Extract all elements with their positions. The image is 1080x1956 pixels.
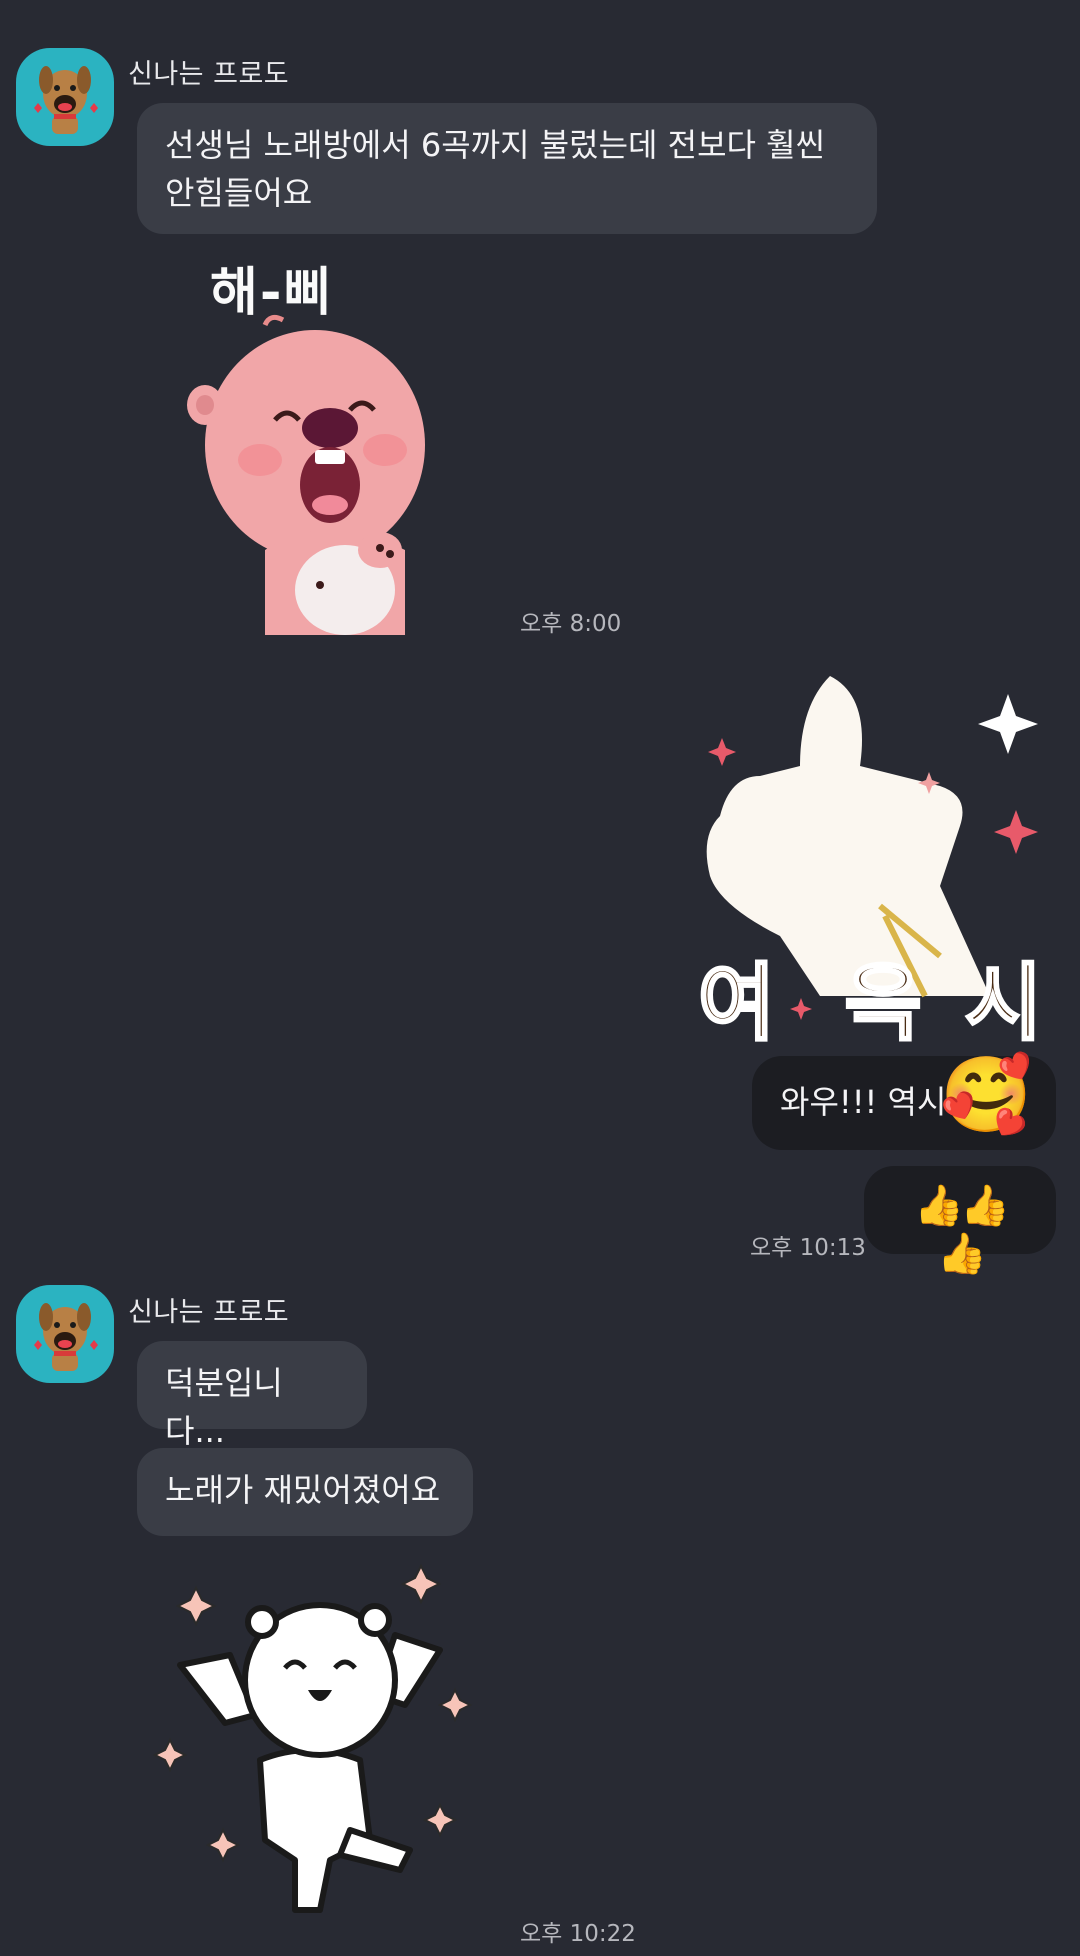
message-bubble[interactable]: 👍👍👍: [864, 1166, 1056, 1277]
sticker-caption: 시: [963, 953, 1043, 1054]
beaver-icon: [187, 314, 425, 635]
sender-name: 신나는 프로도: [128, 59, 290, 90]
message-bubble[interactable]: 노래가 재밌어졌어요: [137, 1448, 473, 1536]
sticker-dancing-character[interactable]: [150, 1560, 490, 1930]
dancing-character-icon: [152, 1563, 473, 1913]
message-bubble[interactable]: 덕분입니다...: [137, 1341, 367, 1450]
message-timestamp: 오후 8:00: [520, 611, 622, 637]
message-timestamp: 오후 10:13: [750, 1235, 866, 1261]
sender-avatar[interactable]: [16, 48, 114, 146]
message-text: 와우!!! 역시: [780, 1083, 947, 1121]
message-text-line: 선생님 노래방에서 6곡까지 불렀는데 전보다 훨씬: [165, 126, 826, 164]
dog-character-icon: [34, 66, 98, 134]
message-timestamp: 오후 10:22: [520, 1921, 636, 1947]
smiling-hearts-emoji-icon: 🥰: [940, 1052, 1033, 1138]
sender-name: 신나는 프로도: [128, 1297, 290, 1328]
sticker-happy-beaver[interactable]: 해-삐: [180, 250, 480, 635]
message-text-line: 안힘들어요: [165, 174, 313, 212]
message-text: 덕분입니다...: [165, 1364, 283, 1450]
sender-avatar[interactable]: [16, 1285, 114, 1383]
sticker-caption: 여 윽: [697, 953, 924, 1054]
message-text: 노래가 재밌어졌어요: [165, 1471, 441, 1509]
dog-character-icon: [34, 1303, 98, 1371]
message-bubble[interactable]: 선생님 노래방에서 6곡까지 불렀는데 전보다 훨씬 안힘들어요: [137, 103, 877, 234]
thumbs-up-emoji-icon: 👍👍👍: [914, 1183, 1010, 1277]
sticker-thumbs-up[interactable]: 여 윽 시: [690, 676, 1070, 1054]
